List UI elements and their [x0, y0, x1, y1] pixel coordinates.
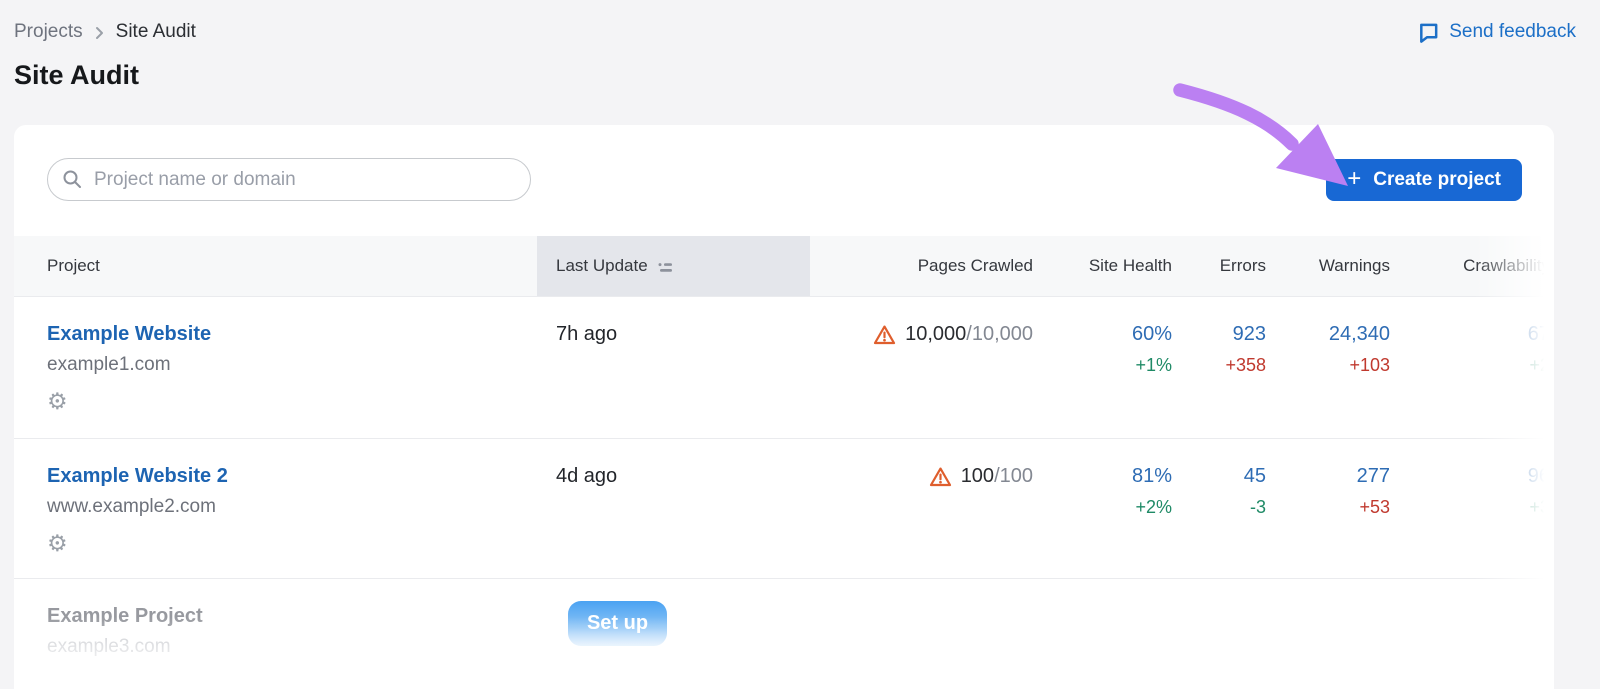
pages-crawled-value: 100 — [961, 465, 994, 487]
warnings-delta: +53 — [1266, 497, 1390, 518]
site-health-delta: +1% — [1033, 355, 1172, 376]
page-title: Site Audit — [14, 60, 139, 91]
project-domain: www.example2.com — [47, 496, 537, 518]
table-row: Example Website example1.com ⚙ 7h ago 10… — [14, 296, 1554, 438]
crawlability-delta: +2 — [1390, 355, 1550, 376]
errors-value: 923 — [1172, 323, 1266, 346]
site-health-value: 60% — [1033, 323, 1172, 346]
warnings-delta: +103 — [1266, 355, 1390, 376]
errors-delta: +358 — [1172, 355, 1266, 376]
errors-delta: -3 — [1172, 497, 1266, 518]
project-domain: example3.com — [47, 636, 537, 658]
last-update-label: Last Update — [556, 256, 648, 276]
site-health-delta: +2% — [1033, 497, 1172, 518]
site-health-cell: 81% +2% — [1033, 439, 1172, 578]
project-link[interactable]: Example Website 2 — [47, 465, 537, 488]
warnings-value: 277 — [1266, 465, 1390, 488]
top-bar: Projects Site Audit Send feedback — [14, 16, 1576, 48]
column-header-site-health[interactable]: Site Health — [1033, 256, 1172, 276]
projects-panel: + Create project Project Last Update P — [14, 125, 1554, 689]
site-health-cell: 60% +1% — [1033, 297, 1172, 438]
site-audit-page: Projects Site Audit Send feedback Site A… — [0, 0, 1600, 689]
projects-table: Project Last Update Pages Crawled Site H… — [14, 236, 1554, 689]
breadcrumb: Projects Site Audit — [14, 21, 196, 43]
column-header-errors[interactable]: Errors — [1172, 256, 1266, 276]
warnings-value: 24,340 — [1266, 323, 1390, 346]
site-health-value: 81% — [1033, 465, 1172, 488]
pages-crawled-total: /100 — [994, 465, 1033, 487]
table-header-row: Project Last Update Pages Crawled Site H… — [14, 236, 1554, 296]
column-header-pages-crawled[interactable]: Pages Crawled — [810, 256, 1033, 276]
warnings-cell: 277 +53 — [1266, 439, 1390, 578]
speech-bubble-icon — [1417, 21, 1440, 44]
pages-crawled-value: 10,000 — [905, 323, 966, 345]
send-feedback-label: Send feedback — [1449, 21, 1576, 43]
set-up-button[interactable]: Set up — [568, 601, 667, 646]
project-name-unconfigured: Example Project — [47, 605, 537, 628]
gear-icon[interactable]: ⚙ — [47, 533, 68, 556]
crawlability-cell: 67 +2 — [1390, 297, 1554, 438]
gear-icon[interactable]: ⚙ — [47, 391, 68, 414]
table-row: Example Website 2 www.example2.com ⚙ 4d … — [14, 438, 1554, 578]
project-link[interactable]: Example Website — [47, 323, 537, 346]
warning-triangle-icon — [929, 466, 952, 488]
crawlability-value: 96 — [1390, 465, 1550, 488]
column-header-crawlability[interactable]: Crawlability — [1390, 256, 1554, 276]
pages-crawled-cell: 10,000/10,000 — [810, 297, 1033, 438]
breadcrumb-projects[interactable]: Projects — [14, 21, 83, 43]
sort-descending-icon — [657, 261, 674, 274]
crawlability-delta: +3 — [1390, 497, 1550, 518]
crawlability-value: 67 — [1390, 323, 1550, 346]
create-project-button[interactable]: + Create project — [1326, 159, 1522, 201]
search-icon — [62, 169, 82, 189]
create-project-label: Create project — [1373, 169, 1501, 191]
column-header-warnings[interactable]: Warnings — [1266, 256, 1390, 276]
errors-cell: 45 -3 — [1172, 439, 1266, 578]
plus-icon: + — [1347, 167, 1361, 191]
last-update-value: 4d ago — [537, 439, 810, 578]
errors-value: 45 — [1172, 465, 1266, 488]
warning-triangle-icon — [873, 324, 896, 346]
errors-cell: 923 +358 — [1172, 297, 1266, 438]
crawlability-cell: 96 +3 — [1390, 439, 1554, 578]
last-update-value: 7h ago — [537, 297, 810, 438]
project-domain: example1.com — [47, 354, 537, 376]
table-row: Example Project example3.com Set up — [14, 578, 1554, 689]
pages-crawled-cell: 100/100 — [810, 439, 1033, 578]
column-header-project[interactable]: Project — [14, 256, 537, 276]
breadcrumb-site-audit: Site Audit — [116, 21, 196, 43]
project-search — [47, 158, 531, 201]
chevron-right-icon — [95, 26, 104, 40]
send-feedback-link[interactable]: Send feedback — [1417, 21, 1576, 44]
warnings-cell: 24,340 +103 — [1266, 297, 1390, 438]
pages-crawled-total: /10,000 — [966, 323, 1033, 345]
search-input[interactable] — [47, 158, 531, 201]
column-header-last-update[interactable]: Last Update — [537, 236, 810, 296]
